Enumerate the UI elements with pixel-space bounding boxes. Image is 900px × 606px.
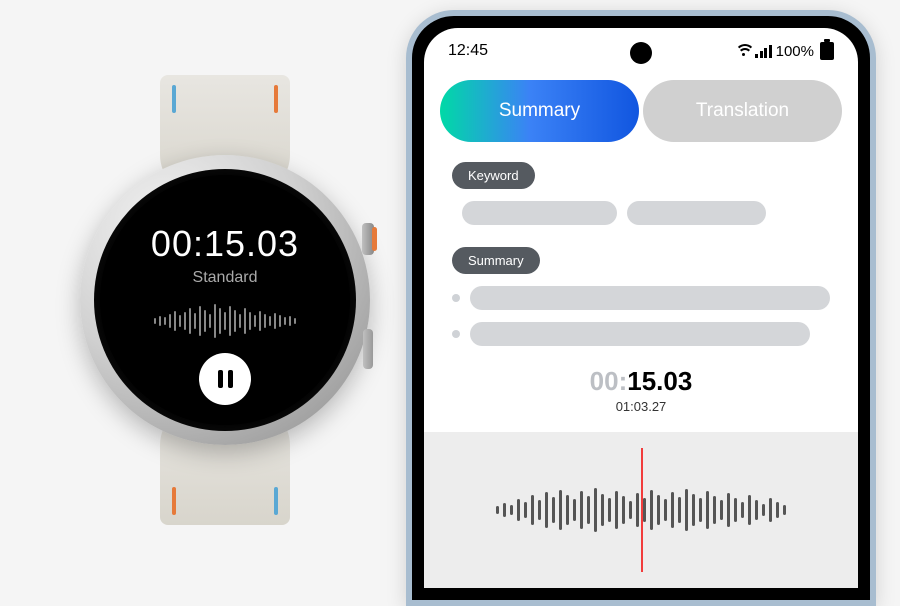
playhead-indicator xyxy=(641,448,643,572)
signal-icon xyxy=(755,44,772,58)
phone-screen: 12:45 100% Summary xyxy=(424,28,858,588)
summary-section-label: Summary xyxy=(452,247,540,274)
smartphone-device: 12:45 100% Summary xyxy=(406,10,876,606)
tab-summary-label: Summary xyxy=(499,100,580,122)
watch-crown-button[interactable] xyxy=(362,223,374,255)
summary-bullet xyxy=(452,286,830,310)
summary-bullet xyxy=(452,322,830,346)
recording-elapsed-time: 00:15.03 xyxy=(151,223,299,265)
battery-percent: 100% xyxy=(776,43,814,60)
smartwatch-device: 00:15.03 Standard xyxy=(80,75,370,525)
wifi-icon xyxy=(735,44,751,58)
audio-waveform xyxy=(154,303,296,339)
status-clock: 12:45 xyxy=(448,42,488,60)
watch-bezel: 00:15.03 Standard xyxy=(94,169,356,431)
bullet-icon xyxy=(452,294,460,302)
product-showcase: 00:15.03 Standard xyxy=(0,0,900,600)
front-camera xyxy=(630,42,652,64)
elapsed-main: 15.03 xyxy=(627,366,692,396)
waveform-scrubber[interactable] xyxy=(424,432,858,588)
tab-translation[interactable]: Translation xyxy=(647,84,838,138)
summary-section: Summary xyxy=(424,231,858,358)
playback-time: 00:15.03 01:03.27 xyxy=(424,366,858,414)
recording-mode-label: Standard xyxy=(193,269,258,287)
pause-button[interactable] xyxy=(199,353,251,405)
elapsed-prefix: 00: xyxy=(590,366,628,396)
total-duration: 01:03.27 xyxy=(424,399,858,414)
battery-icon xyxy=(820,42,834,60)
band-stitch xyxy=(274,85,278,113)
watch-case: 00:15.03 Standard xyxy=(80,155,370,445)
tab-summary[interactable]: Summary xyxy=(444,84,635,138)
watch-screen: 00:15.03 Standard xyxy=(100,175,350,425)
tab-bar: Summary Translation xyxy=(424,66,858,146)
band-stitch xyxy=(172,85,176,113)
keyword-section: Keyword xyxy=(424,146,858,231)
tab-translation-label: Translation xyxy=(696,100,789,122)
keyword-section-label: Keyword xyxy=(452,162,535,189)
band-stitch xyxy=(274,487,278,515)
bullet-icon xyxy=(452,330,460,338)
keyword-placeholder xyxy=(462,201,617,225)
watch-side-button[interactable] xyxy=(363,329,373,369)
summary-placeholder xyxy=(470,286,830,310)
summary-placeholder xyxy=(470,322,810,346)
keyword-placeholder xyxy=(627,201,767,225)
band-stitch xyxy=(172,487,176,515)
